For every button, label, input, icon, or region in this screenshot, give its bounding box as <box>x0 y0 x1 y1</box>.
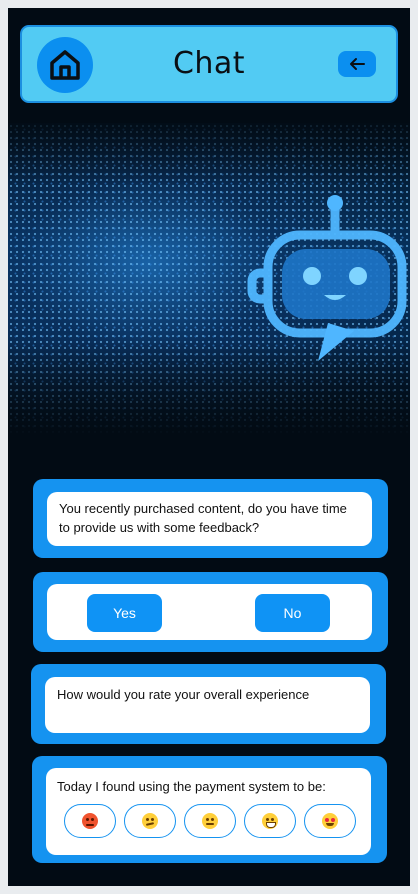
rating-neutral-button[interactable] <box>184 804 236 838</box>
arrow-left-icon <box>350 58 365 70</box>
confused-face-icon <box>142 813 158 829</box>
payment-prompt-text: Today I found using the payment system t… <box>57 779 326 794</box>
payment-bubble: Today I found using the payment system t… <box>46 768 371 855</box>
rating-happy-button[interactable] <box>244 804 296 838</box>
rate-question-text: How would you rate your overall experien… <box>57 687 310 702</box>
heart-eyes-face-icon <box>322 813 338 829</box>
app-screen: Chat You recently purchased content, do … <box>8 8 410 886</box>
no-button[interactable]: No <box>255 594 330 632</box>
back-button[interactable] <box>338 51 376 77</box>
intro-message-text: You recently purchased content, do you h… <box>59 501 347 535</box>
rate-question-bubble: How would you rate your overall experien… <box>45 677 370 733</box>
robot-icon <box>247 195 407 361</box>
intro-message: You recently purchased content, do you h… <box>47 492 372 546</box>
smiling-face-icon <box>262 813 278 829</box>
rating-confused-button[interactable] <box>124 804 176 838</box>
message-card-choice: Yes No <box>33 572 388 652</box>
angry-face-icon <box>82 813 98 829</box>
yes-button[interactable]: Yes <box>87 594 162 632</box>
chatbot-banner-image <box>8 123 410 435</box>
rating-love-button[interactable] <box>304 804 356 838</box>
choice-bubble: Yes No <box>47 584 372 640</box>
message-card-intro: You recently purchased content, do you h… <box>33 479 388 558</box>
message-card-rate: How would you rate your overall experien… <box>31 664 386 744</box>
rating-angry-button[interactable] <box>64 804 116 838</box>
header-bar: Chat <box>20 25 398 103</box>
message-card-payment: Today I found using the payment system t… <box>32 756 387 863</box>
neutral-face-icon <box>202 813 218 829</box>
